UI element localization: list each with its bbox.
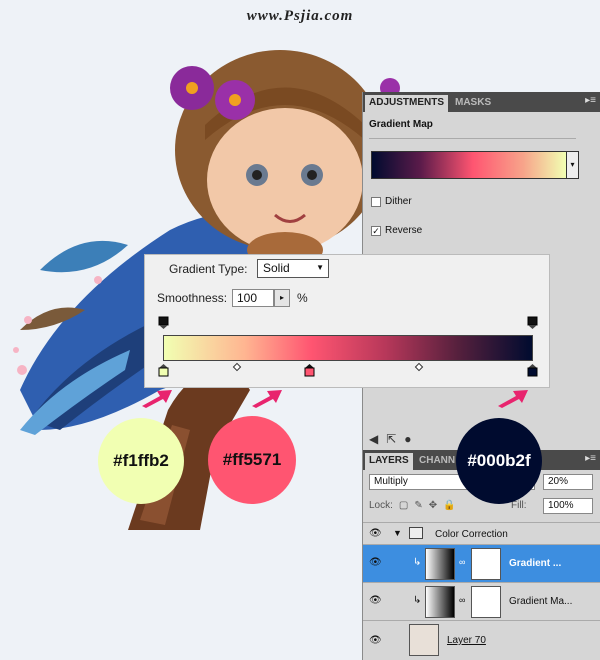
layer-name: Color Correction <box>435 529 508 540</box>
adjustment-thumbnail <box>425 586 455 618</box>
layer-row-selected[interactable]: 👁 ↳ ∞ Gradient ... <box>363 544 600 582</box>
tab-channels[interactable]: CHANN <box>415 453 459 470</box>
link-chain-icon[interactable]: ∞ <box>459 557 465 567</box>
gradient-type-label: Gradient Type: <box>169 262 248 276</box>
tab-adjustments[interactable]: ADJUSTMENTS <box>365 95 449 112</box>
watermark: www.Psjia.com <box>246 8 354 24</box>
back-arrow-icon[interactable]: ◀ <box>369 432 378 446</box>
lock-pixels-icon[interactable]: ▢ <box>399 500 408 511</box>
pointer-arrow-icon <box>252 390 282 408</box>
gradient-map-title: Gradient Map <box>369 119 433 130</box>
color-stop-dark[interactable] <box>527 363 538 377</box>
blend-mode-value: Multiply <box>374 476 408 487</box>
divider <box>369 138 576 139</box>
mask-thumbnail[interactable] <box>471 586 501 618</box>
reverse-option[interactable]: ✓ Reverse <box>371 225 422 236</box>
dither-label: Dither <box>385 196 412 207</box>
dither-checkbox[interactable] <box>371 196 381 207</box>
fill-field[interactable]: 100% <box>543 498 593 514</box>
tab-masks[interactable]: MASKS <box>451 95 495 112</box>
link-chain-icon[interactable]: ∞ <box>459 595 465 605</box>
gradient-map-preview[interactable] <box>371 151 567 179</box>
smoothness-stepper[interactable]: ▸ <box>274 289 290 307</box>
visibility-eye-icon[interactable]: 👁 <box>369 635 382 646</box>
color-callout-light: #f1ffb2 <box>98 418 184 504</box>
gradient-type-select[interactable]: Solid ▼ <box>257 259 329 278</box>
color-callout-dark: #000b2f <box>456 418 542 504</box>
tab-layers[interactable]: LAYERS <box>365 453 413 470</box>
mask-thumbnail[interactable] <box>471 548 501 580</box>
clip-arrow-icon: ↳ <box>413 595 422 606</box>
midpoint-diamond[interactable] <box>414 362 424 372</box>
lock-label: Lock: <box>369 500 393 511</box>
visibility-eye-icon[interactable]: 👁 <box>369 595 382 606</box>
lock-brush-icon[interactable]: ✎ <box>414 500 422 511</box>
fill-label: Fill: <box>511 500 527 511</box>
panel-menu-icon[interactable]: ▸≡ <box>585 95 596 106</box>
midpoint-diamond[interactable] <box>232 362 242 372</box>
lock-move-icon[interactable]: ✥ <box>429 500 437 511</box>
reverse-checkbox[interactable]: ✓ <box>371 225 381 236</box>
smoothness-input[interactable]: 100 <box>232 289 274 307</box>
adjustments-toolbar: ◀ ⇱ ● <box>369 432 412 446</box>
lock-all-icon[interactable]: 🔒 <box>443 500 455 511</box>
gradient-editor: Gradient Type: Solid ▼ Smoothness: 100 ▸… <box>144 254 550 388</box>
layer-name: Gradient Ma... <box>509 596 573 607</box>
clip-arrow-icon: ↳ <box>413 557 422 568</box>
smoothness-unit: % <box>297 291 308 305</box>
opacity-field[interactable]: 20% <box>543 474 593 490</box>
lock-row: Lock: ▢ ✎ ✥ 🔒 <box>369 500 456 511</box>
clip-layer-icon[interactable]: ● <box>404 432 411 446</box>
color-callout-pink: #ff5571 <box>208 416 296 504</box>
visibility-eye-icon[interactable]: 👁 <box>369 528 382 539</box>
dither-option[interactable]: Dither <box>371 196 412 207</box>
chevron-down-icon: ▼ <box>316 263 324 272</box>
expand-view-icon[interactable]: ⇱ <box>386 432 396 446</box>
gradient-picker-dropdown[interactable]: ▾ <box>567 151 579 179</box>
layers-menu-icon[interactable]: ▸≡ <box>585 453 596 464</box>
reverse-label: Reverse <box>385 225 423 236</box>
color-stop-light[interactable] <box>158 363 169 377</box>
smoothness-label: Smoothness: <box>157 291 228 305</box>
layer-name: Gradient ... <box>509 558 562 569</box>
folder-icon <box>409 527 423 539</box>
layer-name: Layer 70 <box>447 635 486 646</box>
color-stop-pink[interactable] <box>304 363 315 377</box>
pointer-arrow-icon <box>498 390 528 408</box>
opacity-stop-left[interactable] <box>158 316 169 330</box>
opacity-stop-right[interactable] <box>527 316 538 330</box>
adjustments-tab-bar: ADJUSTMENTS MASKS ▸≡ <box>363 92 600 112</box>
layer-row[interactable]: 👁 ↳ ∞ Gradient Ma... <box>363 582 600 620</box>
gradient-type-value: Solid <box>263 261 290 275</box>
visibility-eye-icon[interactable]: 👁 <box>369 557 382 568</box>
adjustment-thumbnail <box>425 548 455 580</box>
layer-group-row[interactable]: 👁 ▼ Color Correction <box>363 522 600 544</box>
expand-triangle-icon[interactable]: ▼ <box>393 528 402 538</box>
gradient-bar[interactable] <box>163 335 533 361</box>
layer-thumbnail <box>409 624 439 656</box>
layer-row[interactable]: 👁 Layer 70 <box>363 620 600 660</box>
pointer-arrow-icon <box>142 390 172 408</box>
